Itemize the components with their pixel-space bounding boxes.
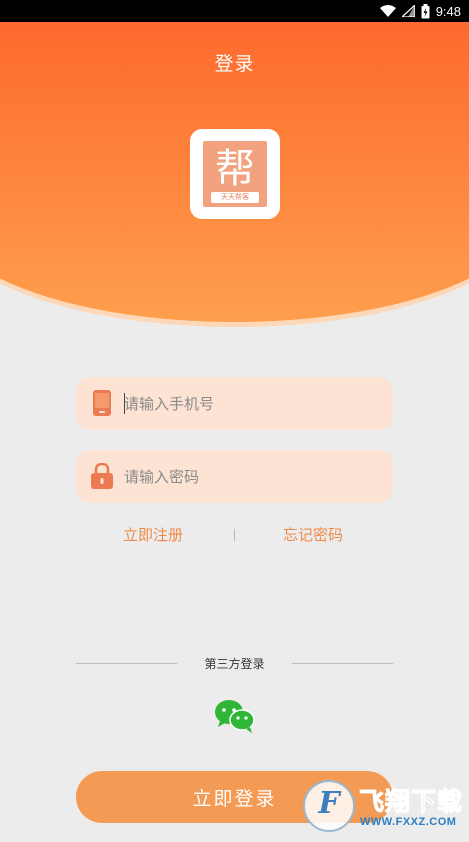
signal-icon bbox=[401, 5, 415, 17]
watermark: F 飞翔下载 WWW.FXXZ.COM bbox=[303, 776, 466, 832]
phone-input[interactable] bbox=[124, 377, 384, 430]
watermark-brand: 飞翔下载 bbox=[358, 787, 464, 817]
watermark-logo-letter: F bbox=[318, 786, 340, 821]
wechat-icon[interactable] bbox=[214, 699, 256, 734]
logo-inner: 帮 天天帮客 bbox=[203, 141, 267, 207]
divider-right bbox=[292, 663, 393, 664]
app-logo: 帮 天天帮客 bbox=[190, 129, 280, 219]
third-party-login: 第三方登录 bbox=[0, 653, 469, 673]
status-time: 9:48 bbox=[435, 3, 461, 19]
page-title: 登录 bbox=[214, 53, 255, 75]
phone-field[interactable] bbox=[76, 377, 393, 430]
password-input[interactable] bbox=[124, 450, 384, 503]
password-field[interactable] bbox=[76, 450, 393, 503]
status-bar: 9:48 bbox=[0, 0, 469, 22]
register-link[interactable]: 立即注册 bbox=[123, 524, 183, 545]
phone-icon bbox=[93, 390, 111, 416]
forgot-password-link[interactable]: 忘记密码 bbox=[283, 524, 343, 545]
lock-icon bbox=[91, 463, 113, 489]
logo-char: 帮 bbox=[215, 146, 255, 192]
battery-icon bbox=[421, 3, 430, 18]
status-icons: 9:48 bbox=[379, 0, 461, 22]
auth-links: 立即注册 忘记密码 bbox=[0, 524, 469, 546]
watermark-url: WWW.FXXZ.COM bbox=[360, 816, 457, 828]
logo-caption: 天天帮客 bbox=[211, 192, 259, 203]
third-party-label: 第三方登录 bbox=[204, 657, 265, 671]
wifi-icon bbox=[379, 5, 396, 17]
links-divider bbox=[234, 529, 235, 541]
